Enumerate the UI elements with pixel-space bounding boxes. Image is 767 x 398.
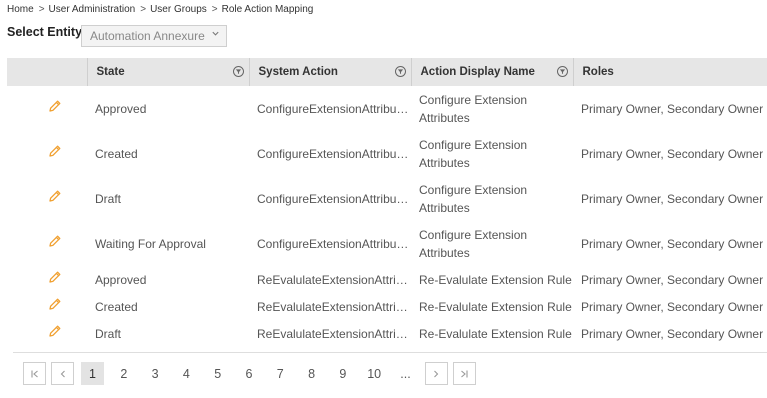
breadcrumb-separator: > — [211, 4, 218, 15]
table-row: Draft ReEvalulateExtensionAttribu... Re-… — [7, 320, 767, 347]
edit-cell — [7, 266, 87, 293]
display-name-cell: Configure Extension Attributes — [419, 182, 528, 215]
breadcrumb: Home > User Administration > User Groups… — [7, 4, 313, 15]
page-9-button[interactable]: 9 — [331, 362, 354, 385]
entity-dropdown[interactable]: Automation Annexure — [81, 25, 227, 47]
system-action-cell: ReEvalulateExtensionAttribu... — [257, 299, 411, 314]
last-page-icon — [461, 370, 469, 377]
page-4-button[interactable]: 4 — [175, 362, 198, 385]
system-action-cell: ConfigureExtensionAttributes — [257, 191, 411, 206]
pencil-icon[interactable] — [48, 270, 62, 284]
table-header-row: State System Action Action Display Name … — [7, 58, 767, 86]
pager-divider — [13, 352, 767, 353]
state-cell: Approved — [95, 272, 147, 287]
filter-icon[interactable] — [232, 66, 244, 77]
breadcrumb-user-administration[interactable]: User Administration — [49, 4, 136, 15]
display-name-cell: Configure Extension Attributes — [419, 92, 528, 125]
page-6-button[interactable]: 6 — [237, 362, 260, 385]
column-header-action-display-name[interactable]: Action Display Name — [410, 58, 573, 86]
filter-icon[interactable] — [394, 66, 406, 77]
column-header-state[interactable]: State — [86, 58, 249, 86]
edit-cell — [7, 86, 87, 131]
table-row: Waiting For Approval ConfigureExtensionA… — [7, 221, 767, 266]
edit-cell — [7, 176, 87, 221]
pencil-icon[interactable] — [48, 234, 62, 248]
state-cell: Approved — [95, 101, 147, 116]
page-8-button[interactable]: 8 — [300, 362, 323, 385]
edit-cell — [7, 131, 87, 176]
roles-cell: Primary Owner, Secondary Owner — [581, 326, 764, 341]
edit-cell — [7, 320, 87, 347]
pencil-icon[interactable] — [48, 144, 62, 158]
page-2-button[interactable]: 2 — [112, 362, 135, 385]
system-action-cell: ConfigureExtensionAttributes — [257, 236, 411, 251]
page-3-button[interactable]: 3 — [144, 362, 167, 385]
page-1-button[interactable]: 1 — [81, 362, 104, 385]
state-cell: Draft — [95, 191, 122, 206]
state-cell: Created — [95, 146, 138, 161]
first-page-icon — [30, 370, 38, 377]
roles-cell: Primary Owner, Secondary Owner — [581, 191, 764, 206]
roles-cell: Primary Owner, Secondary Owner — [581, 101, 764, 116]
pagination: 1 2 3 4 5 6 7 8 9 10 ... — [23, 362, 476, 385]
pencil-icon[interactable] — [48, 324, 62, 338]
roles-cell: Primary Owner, Secondary Owner — [581, 299, 764, 314]
column-header-action-display-name-label: Action Display Name — [420, 66, 535, 78]
system-action-cell: ReEvalulateExtensionAttribu... — [257, 272, 411, 287]
table-row: Approved ConfigureExtensionAttributes Co… — [7, 86, 767, 131]
column-header-system-action[interactable]: System Action — [248, 58, 411, 86]
display-name-cell: Configure Extension Attributes — [419, 227, 528, 260]
next-page-button[interactable] — [424, 362, 448, 385]
first-page-button[interactable] — [23, 362, 46, 385]
entity-dropdown-value: Automation Annexure — [90, 29, 205, 43]
previous-page-button[interactable] — [51, 362, 74, 385]
pencil-icon[interactable] — [48, 99, 62, 113]
roles-cell: Primary Owner, Secondary Owner — [581, 236, 764, 251]
breadcrumb-home[interactable]: Home — [7, 4, 34, 15]
table-row: Created ReEvalulateExtensionAttribu... R… — [7, 293, 767, 320]
pencil-icon[interactable] — [48, 297, 62, 311]
display-name-cell: Re-Evalulate Extension Rule — [419, 272, 572, 287]
system-action-cell: ConfigureExtensionAttributes — [257, 101, 411, 116]
breadcrumb-separator: > — [38, 4, 45, 15]
page-10-button[interactable]: 10 — [363, 362, 386, 385]
pencil-icon[interactable] — [48, 189, 62, 203]
role-action-table: State System Action Action Display Name … — [7, 58, 767, 347]
column-header-actions — [7, 58, 87, 86]
display-name-cell: Configure Extension Attributes — [419, 137, 528, 170]
edit-cell — [7, 293, 87, 320]
display-name-cell: Re-Evalulate Extension Rule — [419, 299, 572, 314]
roles-cell: Primary Owner, Secondary Owner — [581, 146, 764, 161]
breadcrumb-role-action-mapping: Role Action Mapping — [221, 4, 314, 15]
chevron-left-icon — [60, 370, 65, 377]
more-pages-button[interactable]: ... — [394, 362, 417, 385]
table-row: Created ConfigureExtensionAttributes Con… — [7, 131, 767, 176]
page-5-button[interactable]: 5 — [206, 362, 229, 385]
breadcrumb-separator: > — [140, 4, 147, 15]
roles-cell: Primary Owner, Secondary Owner — [581, 272, 764, 287]
table-row: Approved ReEvalulateExtensionAttribu... … — [7, 266, 767, 293]
state-cell: Created — [95, 299, 138, 314]
select-entity-label: Select Entity — [7, 25, 83, 39]
state-cell: Draft — [95, 326, 122, 341]
filter-icon[interactable] — [556, 66, 568, 77]
display-name-cell: Re-Evalulate Extension Rule — [419, 326, 572, 341]
system-action-cell: ReEvalulateExtensionAttribu... — [257, 326, 411, 341]
breadcrumb-user-groups[interactable]: User Groups — [150, 4, 207, 15]
entity-selector-row: Select Entity Automation Annexure — [7, 25, 227, 47]
table-row: Draft ConfigureExtensionAttributes Confi… — [7, 176, 767, 221]
last-page-button[interactable] — [452, 362, 476, 385]
system-action-cell: ConfigureExtensionAttributes — [257, 146, 411, 161]
state-cell: Waiting For Approval — [95, 236, 206, 251]
column-header-system-action-label: System Action — [258, 66, 338, 78]
page-7-button[interactable]: 7 — [269, 362, 292, 385]
chevron-right-icon — [434, 370, 439, 377]
edit-cell — [7, 221, 87, 266]
column-header-state-label: State — [96, 66, 125, 78]
column-header-roles[interactable]: Roles — [572, 58, 767, 86]
chevron-down-icon — [211, 29, 220, 41]
